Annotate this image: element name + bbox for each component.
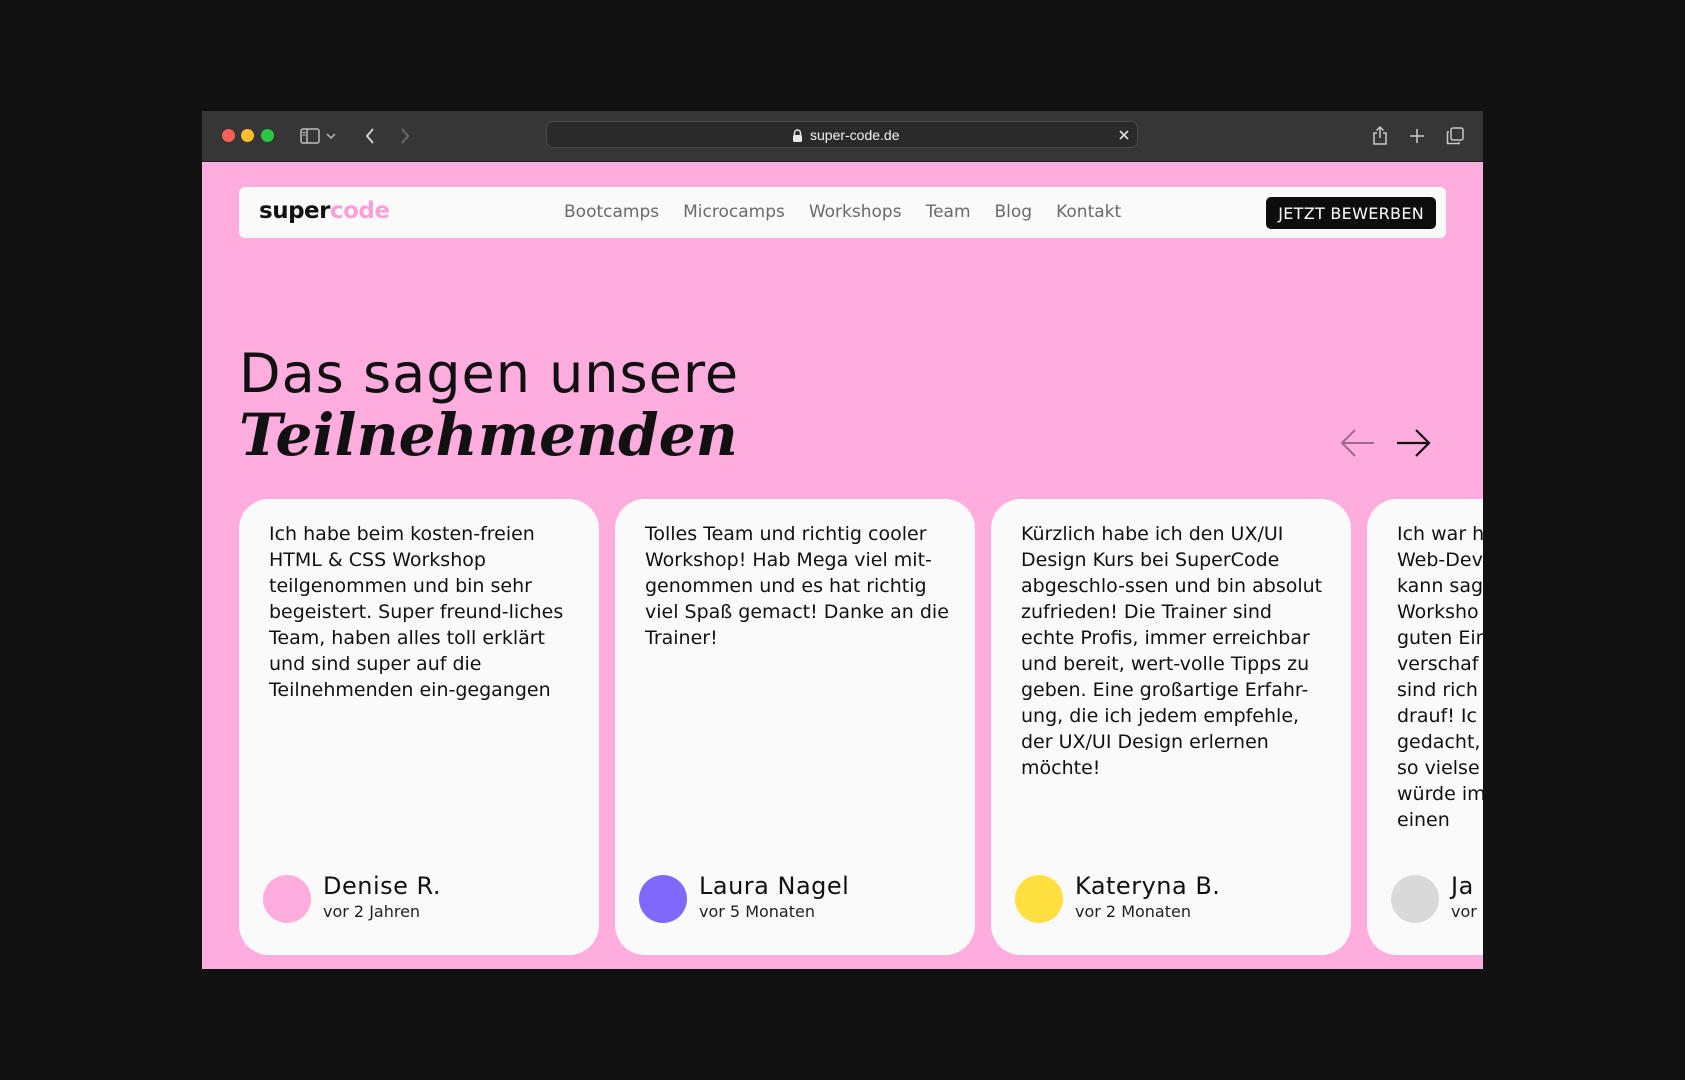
testimonial-quote: Kürzlich habe ich den UX/UI Design Kurs … xyxy=(1021,523,1323,779)
logo-text-super: super xyxy=(259,198,330,224)
minimize-window-button[interactable] xyxy=(241,129,254,142)
testimonial-time: vor 2 Jahren xyxy=(323,902,421,921)
url-text: super-code.de xyxy=(810,127,900,143)
share-icon[interactable] xyxy=(1367,123,1393,149)
testimonial-quote: Tolles Team und richtig cooler Workshop!… xyxy=(645,523,949,649)
testimonial-quote: Ich habe beim kosten-freien HTML & CSS W… xyxy=(269,523,564,701)
section-title-italic: Teilnehmenden xyxy=(239,401,738,469)
lock-icon xyxy=(792,128,803,147)
close-window-button[interactable] xyxy=(222,129,235,142)
avatar xyxy=(263,875,311,923)
clear-url-icon[interactable] xyxy=(1117,127,1131,146)
avatar xyxy=(1015,875,1063,923)
avatar xyxy=(639,875,687,923)
testimonial-card: Ich habe beim kosten-freien HTML & CSS W… xyxy=(239,499,599,955)
zoom-window-button[interactable] xyxy=(261,129,274,142)
testimonial-quote: Ich war h Web-Dev kann sag Worksho guten… xyxy=(1397,523,1483,831)
address-bar[interactable]: super-code.de xyxy=(546,121,1138,148)
site-navbar: supercode Bootcamps Microcamps Workshops… xyxy=(239,187,1446,238)
testimonial-card: Ich war h Web-Dev kann sag Worksho guten… xyxy=(1367,499,1483,955)
nav-link-microcamps[interactable]: Microcamps xyxy=(683,202,785,222)
forward-icon[interactable] xyxy=(392,123,418,149)
tab-overview-icon[interactable] xyxy=(1442,123,1468,149)
testimonial-name: Laura Nagel xyxy=(699,872,850,900)
nav-link-bootcamps[interactable]: Bootcamps xyxy=(564,202,659,222)
section-title: Das sagen unsere xyxy=(239,342,740,405)
back-icon[interactable] xyxy=(357,123,383,149)
testimonial-name: Denise R. xyxy=(323,872,441,900)
logo-text-code: code xyxy=(329,198,390,224)
apply-now-button[interactable]: JETZT BEWERBEN xyxy=(1266,197,1436,229)
nav-link-team[interactable]: Team xyxy=(926,202,971,222)
chevron-down-icon[interactable] xyxy=(323,123,339,149)
nav-link-kontakt[interactable]: Kontakt xyxy=(1056,202,1121,222)
sidebar-toggle-icon[interactable] xyxy=(297,123,323,149)
nav-link-workshops[interactable]: Workshops xyxy=(809,202,902,222)
avatar xyxy=(1391,875,1439,923)
browser-toolbar: super-code.de xyxy=(202,111,1483,162)
carousel-prev-arrow-icon[interactable] xyxy=(1338,423,1378,463)
browser-window: super-code.de supercode Bootcamps Microc… xyxy=(202,111,1483,969)
testimonial-card: Tolles Team und richtig cooler Workshop!… xyxy=(615,499,975,955)
supercode-logo[interactable]: supercode xyxy=(259,198,390,224)
nav-links: Bootcamps Microcamps Workshops Team Blog… xyxy=(564,202,1145,222)
nav-link-blog[interactable]: Blog xyxy=(995,202,1033,222)
testimonial-time: vor xyxy=(1451,902,1477,921)
new-tab-icon[interactable] xyxy=(1404,123,1430,149)
testimonial-name: Kateryna B. xyxy=(1075,872,1221,900)
carousel-next-arrow-icon[interactable] xyxy=(1393,423,1433,463)
testimonial-name: Ja xyxy=(1451,872,1474,900)
testimonial-time: vor 2 Monaten xyxy=(1075,902,1191,921)
testimonial-card: Kürzlich habe ich den UX/UI Design Kurs … xyxy=(991,499,1351,955)
testimonial-time: vor 5 Monaten xyxy=(699,902,815,921)
